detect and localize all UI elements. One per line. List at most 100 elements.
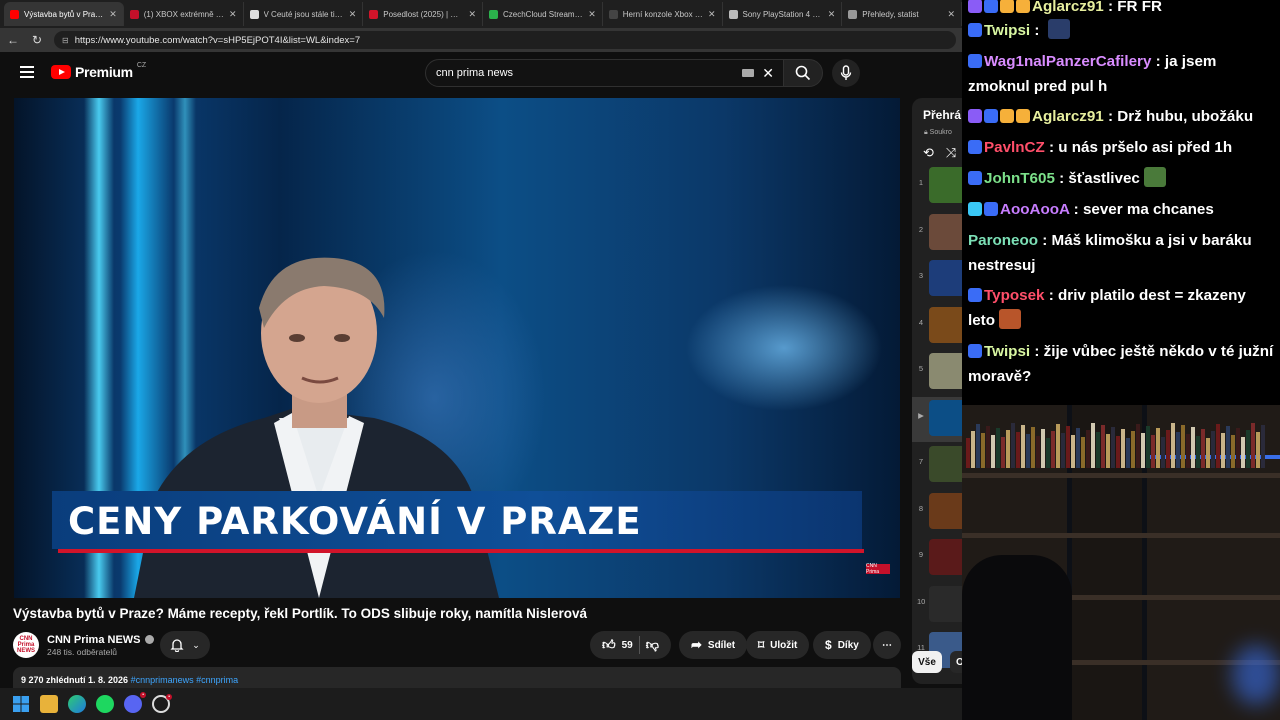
playlist-thumbnail: [929, 446, 962, 482]
browser-tab[interactable]: Výstavba bytů v Praze? M ✕: [4, 2, 124, 26]
book-spine: [1221, 433, 1225, 468]
shuffle-icon[interactable]: ⤨: [946, 145, 956, 161]
chat-badge-icon: [984, 0, 998, 13]
playlist-item-index: 7: [918, 457, 924, 466]
chat-text: šťastlivec: [1068, 170, 1140, 187]
spotify-icon[interactable]: [96, 695, 114, 713]
browser-tab[interactable]: V Ceuté jsou stále tisíce ✕: [244, 2, 364, 26]
tab-close-icon[interactable]: ✕: [828, 9, 836, 20]
browser-tab[interactable]: Herní konzole Xbox Seri ✕: [603, 2, 723, 26]
browser-tab[interactable]: Přehledy, statist ✕: [842, 2, 962, 26]
playlist-item[interactable]: 5: [912, 350, 962, 395]
tab-close-icon[interactable]: ✕: [349, 9, 357, 20]
playlist-item[interactable]: ▶: [912, 396, 962, 442]
video-player[interactable]: CENY PARKOVÁNÍ V PRAZE CNN Prima: [14, 98, 900, 598]
youtube-header: Premium CZ cnn prima news ✕: [0, 52, 962, 94]
chat-username[interactable]: Paroneoo: [968, 232, 1038, 249]
playlist-item[interactable]: 3: [912, 257, 962, 302]
channel-row: CNN Prima NEWS CNN Prima NEWS 248 tis. o…: [13, 631, 154, 659]
book-spine: [1161, 437, 1165, 468]
chat-username[interactable]: Typosek: [984, 287, 1045, 304]
search-button[interactable]: [783, 59, 823, 87]
playlist-item[interactable]: 9: [912, 536, 962, 581]
playlist-item[interactable]: 8: [912, 490, 962, 535]
tab-title: V Ceuté jsou stále tisíce: [263, 9, 344, 19]
chat-username[interactable]: Aglarcz91: [1032, 0, 1104, 15]
playlist-item[interactable]: 4: [912, 304, 962, 349]
search-input[interactable]: cnn prima news ✕: [425, 59, 785, 87]
chat-username[interactable]: Twipsi: [984, 343, 1030, 360]
book-spine: [976, 424, 980, 468]
book-spine: [1246, 430, 1250, 468]
tab-close-icon[interactable]: ✕: [708, 9, 716, 20]
browser-tab[interactable]: CzechCloud Stream - W ✕: [483, 2, 603, 26]
verified-icon: [144, 635, 154, 644]
chat-badge-icon: [968, 171, 982, 185]
hashtags[interactable]: #cnnprimanews #cnnprima: [131, 675, 239, 685]
keyboard-icon[interactable]: [742, 69, 755, 77]
youtube-logo[interactable]: Premium CZ: [51, 62, 146, 80]
book-spine: [1111, 427, 1115, 468]
playlist-item[interactable]: 1: [912, 164, 962, 209]
tab-close-icon[interactable]: ✕: [947, 9, 955, 20]
book-spine: [1251, 423, 1255, 468]
tab-close-icon[interactable]: ✕: [109, 9, 117, 20]
book-spine: [1201, 429, 1205, 468]
playlist-item-index: 8: [918, 503, 924, 513]
like-button[interactable]: 👍︎ 59: [602, 637, 633, 653]
playlist-title[interactable]: Přehrá: [923, 108, 961, 122]
chat-message: Twipsi :: [968, 18, 1274, 43]
tab-title: Posedlost (2025) | ČSFD: [383, 9, 464, 19]
notification-bell-button[interactable]: ⌄: [160, 631, 210, 659]
tab-close-icon[interactable]: ✕: [229, 9, 237, 20]
tab-close-icon[interactable]: ✕: [468, 9, 476, 20]
playlist-item[interactable]: 2: [912, 211, 962, 256]
channel-name[interactable]: CNN Prima NEWS: [47, 634, 154, 646]
more-actions-button[interactable]: ⋯: [873, 631, 901, 659]
thanks-button[interactable]: $ Díky: [813, 631, 871, 659]
chat-username[interactable]: PavlnCZ: [984, 139, 1045, 156]
chat-message: Typosek : driv platilo dest = zkazeny le…: [968, 287, 1246, 329]
save-button[interactable]: ⌑ Uložit: [746, 631, 810, 659]
chat-emote-icon: [1143, 167, 1166, 187]
shelf-board: [962, 533, 1280, 538]
back-arrow-icon[interactable]: ←: [6, 33, 20, 47]
voice-search-button[interactable]: [832, 59, 860, 87]
chat-username[interactable]: Wag1nalPanzerCafilery: [984, 53, 1151, 70]
dislike-button[interactable]: 👎︎: [646, 637, 659, 653]
loop-icon[interactable]: ⟲: [923, 145, 934, 161]
browser-tab[interactable]: (1) XBOX extrémně zdra ✕: [124, 2, 244, 26]
chat-username[interactable]: JohnT605: [984, 170, 1055, 187]
playlist-item[interactable]: 7: [912, 443, 962, 488]
playlist-thumbnail: [929, 539, 962, 575]
discord-icon[interactable]: •: [124, 692, 146, 713]
book-spine: [966, 438, 970, 468]
book-spine: [986, 426, 990, 468]
chat-username[interactable]: AooAooA: [1000, 201, 1069, 218]
tab-close-icon[interactable]: ✕: [588, 9, 596, 20]
chat-username[interactable]: Twipsi: [984, 22, 1030, 39]
chat-text: FR FR: [1117, 0, 1162, 15]
clear-search-icon[interactable]: ✕: [762, 65, 774, 82]
book-spines: [966, 423, 1265, 468]
windows-start-icon[interactable]: [12, 695, 30, 713]
book-spine: [1086, 430, 1090, 468]
share-button[interactable]: ➦ Sdílet: [679, 631, 748, 659]
chip-all[interactable]: Vše: [912, 651, 942, 673]
file-explorer-icon[interactable]: [40, 695, 58, 713]
app-icon[interactable]: •: [152, 694, 172, 713]
book-spine: [1101, 425, 1105, 468]
playlist-panel: Přehrá 🔒︎ Soukro ⟲ ⤨ 1 2 3 4 5 ▶ 7 8 9 10 11: [912, 98, 962, 684]
browser-tab[interactable]: Posedlost (2025) | ČSFD ✕: [363, 2, 483, 26]
edge-browser-icon[interactable]: [68, 695, 86, 713]
url-field[interactable]: ⊟ https://www.youtube.com/watch?v=sHP5Ej…: [54, 31, 956, 49]
reload-icon[interactable]: ↻: [30, 33, 44, 47]
menu-icon[interactable]: [20, 66, 34, 78]
channel-avatar[interactable]: CNN Prima NEWS: [13, 632, 39, 658]
chip-next[interactable]: O: [950, 651, 962, 673]
chat-message: Twipsi : žije vůbec ještě někdo v té juž…: [968, 343, 1274, 385]
chat-username[interactable]: Aglarcz91: [1032, 108, 1104, 125]
browser-tab[interactable]: Sony PlayStation 4 Slim ✕: [723, 2, 843, 26]
site-info-icon[interactable]: ⊟: [62, 36, 69, 45]
playlist-item[interactable]: 10: [912, 583, 962, 628]
